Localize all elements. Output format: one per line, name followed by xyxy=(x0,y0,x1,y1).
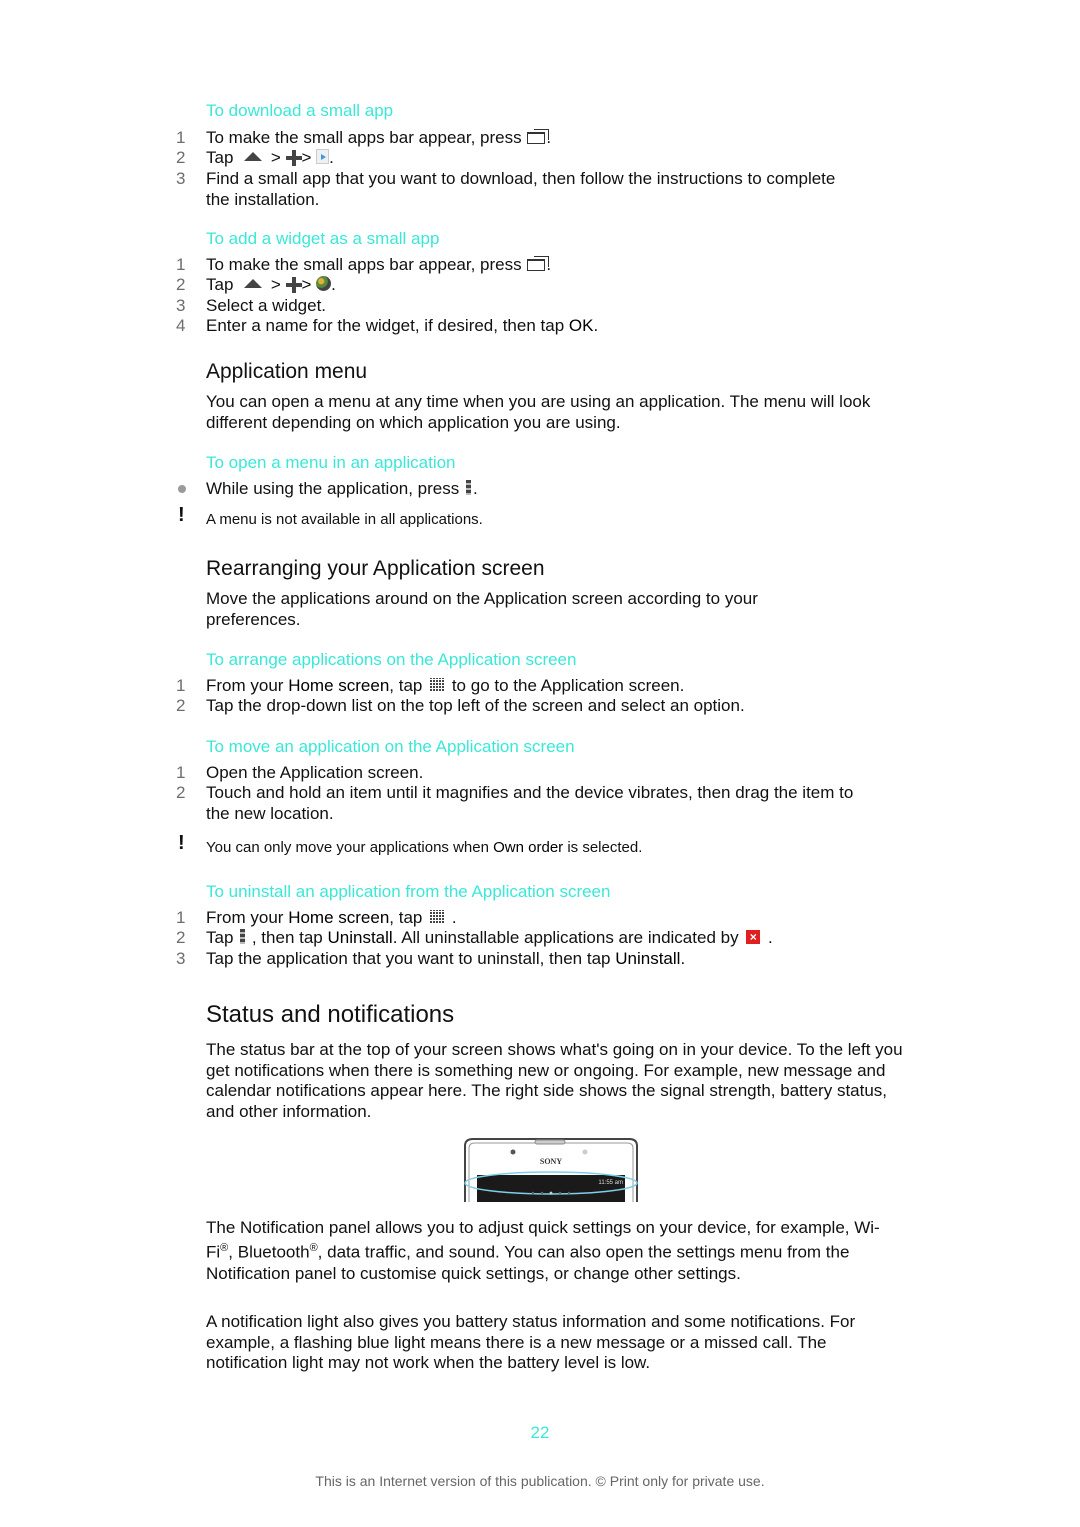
step-text: To make the small apps bar appear, press xyxy=(206,128,527,147)
step-number: 1 xyxy=(176,676,186,695)
step-text: , tap xyxy=(389,676,428,695)
separator: > xyxy=(266,148,286,167)
step-text: Tap xyxy=(206,148,239,167)
step-text: Enter a name for the widget, if desired,… xyxy=(206,316,569,335)
step-text: From your xyxy=(206,676,289,695)
warning-icon: ! xyxy=(178,832,185,854)
phone-time: 11:55 am xyxy=(598,1180,623,1186)
step-text-end: . xyxy=(763,928,773,947)
bullet-text-end: . xyxy=(472,479,478,498)
paragraph: The status bar at the top of your screen… xyxy=(206,1040,903,1121)
paragraph-text: , Bluetooth xyxy=(228,1242,310,1262)
procedure-title-uninstall: To uninstall an application from the App… xyxy=(206,882,611,901)
step-text-end: . xyxy=(593,316,599,335)
step-text: , then tap xyxy=(247,928,328,947)
step-text-end: to go to the Application screen. xyxy=(447,676,685,695)
paragraph-notification-light: A notification light also gives you batt… xyxy=(206,1312,856,1372)
play-store-icon xyxy=(316,149,330,165)
small-apps-icon xyxy=(527,128,550,144)
separator: > xyxy=(301,275,317,294)
step-text: From your xyxy=(206,908,289,927)
step-number: 3 xyxy=(176,949,186,968)
step-number: 1 xyxy=(176,763,186,782)
procedure-title-move: To move an application on the Applicatio… xyxy=(206,737,575,756)
page-number: 22 xyxy=(530,1423,550,1442)
own-order-label: Own order xyxy=(493,839,564,856)
plus-icon xyxy=(285,149,302,166)
phone-illustration-svg: SONY 11:55 am xyxy=(464,1138,638,1202)
step-number: 2 xyxy=(176,928,186,947)
registered-mark: ® xyxy=(309,1242,318,1254)
small-apps-icon xyxy=(527,255,550,271)
separator: > xyxy=(266,275,286,294)
widget-icon xyxy=(316,276,332,292)
step-text-end: . xyxy=(447,908,457,927)
step-text: Select a widget. xyxy=(206,296,327,315)
note-text-end: is selected. xyxy=(563,839,643,856)
heading-application-menu: Application menu xyxy=(206,360,368,383)
manual-page: To download a small app 1 To make the sm… xyxy=(0,0,1080,1527)
bullet-text-start: While using the application, press xyxy=(206,479,464,498)
paragraph-notification-panel: The Notification panel allows you to adj… xyxy=(206,1217,906,1284)
home-screen-label: Home screen xyxy=(288,676,390,695)
step-number: 1 xyxy=(176,908,186,927)
step-number: 4 xyxy=(176,316,186,335)
procedure-title-download-small-app: To download a small app xyxy=(206,101,394,120)
heading-rearranging: Rearranging your Application screen xyxy=(206,557,545,580)
step-number: 2 xyxy=(176,696,186,715)
procedure-title-arrange: To arrange applications on the Applicati… xyxy=(206,650,577,669)
step-text-end: . xyxy=(680,949,686,968)
paragraph: Move the applications around on the Appl… xyxy=(206,589,758,629)
step-number: 1 xyxy=(176,128,186,147)
step-text: Tap xyxy=(206,928,239,947)
chevron-up-icon xyxy=(244,279,263,289)
separator: > xyxy=(301,148,317,167)
chevron-up-icon xyxy=(244,152,263,162)
step-number: 3 xyxy=(176,296,186,315)
menu-dots-icon xyxy=(465,480,471,496)
app-grid-icon xyxy=(430,677,445,692)
step-text: Find a small app that you want to downlo… xyxy=(206,169,836,209)
footer-disclaimer: This is an Internet version of this publ… xyxy=(315,1473,765,1489)
phone-brand: SONY xyxy=(540,1157,562,1166)
phone-status-bar-illustration: SONY 11:55 am xyxy=(463,1138,639,1202)
procedure-title-open-menu: To open a menu in an application xyxy=(206,453,456,472)
app-grid-icon xyxy=(430,909,445,924)
menu-dots-icon xyxy=(240,929,246,945)
procedure-title-add-widget: To add a widget as a small app xyxy=(206,229,440,248)
paragraph: You can open a menu at any time when you… xyxy=(206,392,871,432)
step-number: 2 xyxy=(176,275,186,294)
step-text: Tap xyxy=(206,275,239,294)
step-text: , tap xyxy=(389,908,428,927)
step-text: Touch and hold an item until it magnifie… xyxy=(206,783,854,823)
step-text-end: . xyxy=(329,148,334,167)
note: A menu is not available in all applicati… xyxy=(206,511,483,528)
note: You can only move your applications when… xyxy=(206,839,642,856)
ok-label: OK xyxy=(568,316,594,335)
uninstall-label: Uninstall xyxy=(327,928,393,947)
step-text: Tap the drop-down list on the top left o… xyxy=(206,696,745,715)
step-number: 1 xyxy=(176,255,186,274)
step-text: . All uninstallable applications are ind… xyxy=(392,928,744,947)
bullet-text: While using the application, press . xyxy=(206,479,906,500)
note-text: You can only move your applications when xyxy=(206,839,494,856)
uninstall-label: Uninstall xyxy=(615,949,681,968)
warning-icon: ! xyxy=(178,504,185,526)
step-text-end: . xyxy=(331,275,336,294)
step-number: 2 xyxy=(176,783,186,802)
step-number: 2 xyxy=(176,148,186,167)
plus-icon xyxy=(285,276,302,293)
step-text: Open the Application screen. xyxy=(206,763,424,782)
bullet xyxy=(178,485,186,493)
step-number: 3 xyxy=(176,169,186,188)
home-screen-label: Home screen xyxy=(288,908,390,927)
step-text: To make the small apps bar appear, press xyxy=(206,255,527,274)
step-text: Tap the application that you want to uni… xyxy=(206,949,616,968)
uninstall-x-icon: × xyxy=(746,929,761,944)
heading-status-notifications: Status and notifications xyxy=(206,1001,455,1028)
